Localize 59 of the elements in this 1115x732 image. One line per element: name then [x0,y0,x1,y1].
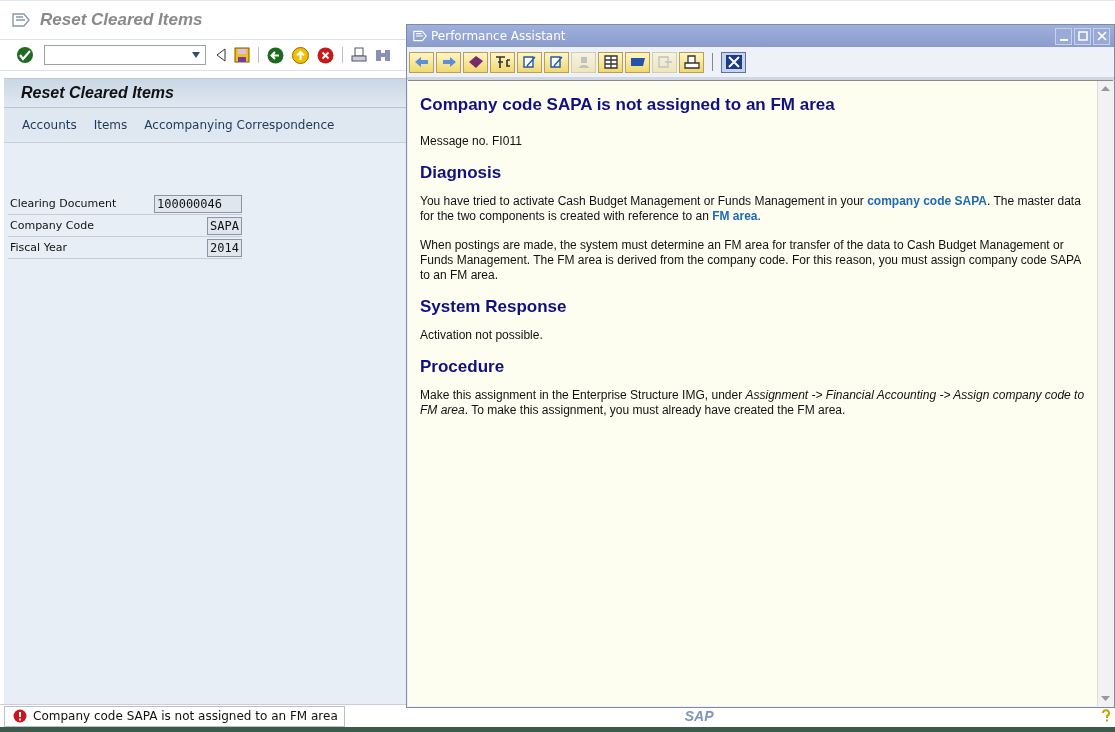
logo: SAP [684,708,714,724]
print-icon[interactable] [351,47,367,63]
window-title: Performance Assistant [431,29,566,43]
toolbar-button[interactable] [625,51,650,73]
input-field[interactable]: SAPA [207,216,242,235]
tab-link[interactable]: Accounts [22,118,77,132]
save-icon[interactable] [234,47,250,63]
toolbar-button[interactable] [679,51,704,73]
paragraph: You have tried to activate Cash Budget Management or Funds Management in your company code SAPA. The master data for the two components is created with reference to an FM area. [420,194,1082,224]
status-message[interactable]: Company code SAPA is not assigned to an FM area [4,705,345,727]
link[interactable]: company code SAPA [867,194,987,208]
menu-icon[interactable] [12,13,30,27]
left-arrow-icon [413,55,430,69]
up-icon[interactable] [292,46,309,64]
paragraph: Activation not possible. [420,328,544,343]
close-button[interactable] [721,51,746,73]
toolbar-button[interactable] [598,51,623,73]
toolbar-button[interactable] [463,51,488,73]
toolbar-button[interactable] [490,51,515,73]
dropdown-caret-icon [191,52,201,58]
toolbar-button[interactable] [517,51,542,73]
message-number: Message no. FI011 [420,134,523,149]
print-icon [683,55,700,69]
minimize-icon [1059,38,1068,41]
minimize-button[interactable] [1055,27,1072,45]
error-icon [13,709,27,723]
field-label: Fiscal Year [9,241,67,254]
paragraph: Make this assignment in the Enterprise Structure IMG, under Assignment -> Financial Accounting -> Assign company code to FM area. To make this assignment, you must already have created the FM area. [420,388,1085,418]
section-heading: Diagnosis [420,165,503,180]
table-icon [602,55,619,69]
cancel-icon[interactable] [317,46,334,64]
toolbar-button[interactable] [544,51,569,73]
right-arrow-icon [440,55,457,69]
close-icon [1096,31,1107,41]
window-icon [413,30,427,42]
field-label: Clearing Document [9,197,117,210]
link[interactable]: FM area [712,209,758,223]
help-icon[interactable] [1101,709,1111,723]
close-icon [725,55,742,69]
input-field[interactable]: 2014 [207,238,242,257]
scroll-up-icon[interactable] [1101,85,1110,91]
message-heading: Company code SAPA is not assigned to an FM area [420,97,836,112]
scrollbar[interactable] [1097,81,1113,706]
field-label: Company Code [9,219,94,232]
section-heading: Procedure [420,359,506,374]
check-icon[interactable] [16,46,34,64]
scroll-down-icon[interactable] [1101,696,1110,702]
tab-link[interactable]: Accompanying Correspondence [144,118,335,132]
input-field[interactable]: 100000046 [154,194,242,213]
window-title: Reset Cleared Items [40,10,203,30]
screen-header: Reset Cleared Items [21,84,174,102]
maximize-icon [1077,31,1088,41]
back-icon[interactable] [267,46,284,64]
paragraph: When postings are made, the system must determine an FM area for transfer of the data to Cash Budget Management or Funds Management. The FM area is derived from the company code. For this reason, you must assign company code SAPA to an FM area. [420,238,1082,283]
tab-link[interactable]: Items [93,118,128,132]
section-heading: System Response [420,299,568,314]
command-field[interactable] [44,45,206,65]
edit-icon [521,55,538,69]
triangle-left-icon[interactable] [216,48,226,62]
